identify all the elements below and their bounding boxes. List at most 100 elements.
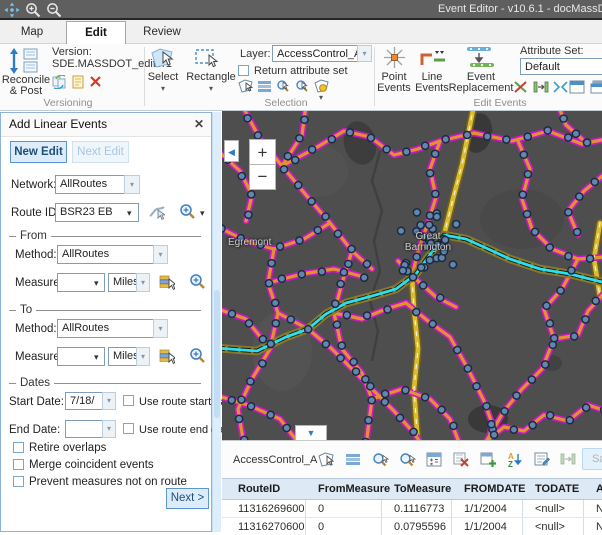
split-event-icon[interactable] bbox=[513, 80, 528, 97]
close-icon[interactable]: ✕ bbox=[194, 117, 204, 131]
new-version-icon[interactable] bbox=[71, 75, 85, 92]
map-canvas[interactable]: Egremont GreatBarrington ◀ + − ▼ bbox=[222, 111, 602, 440]
change-version-icon[interactable] bbox=[52, 75, 67, 92]
zoom-to-selection-icon[interactable] bbox=[276, 79, 292, 97]
from-measure-select-icon[interactable] bbox=[159, 274, 175, 293]
line-events-icon[interactable] bbox=[419, 49, 446, 69]
tab-map[interactable]: Map bbox=[6, 21, 58, 44]
tab-review[interactable]: Review bbox=[134, 21, 190, 44]
prevent-measures-checkbox[interactable] bbox=[13, 476, 24, 487]
selection-list-icon[interactable] bbox=[257, 79, 272, 96]
from-measure-caret-icon[interactable]: ▾ bbox=[94, 278, 99, 289]
point-event-marker bbox=[488, 421, 495, 428]
select-caret-icon[interactable]: ▾ bbox=[146, 85, 180, 93]
panel-scrollbar[interactable] bbox=[212, 112, 221, 532]
col-frommeasure[interactable]: FromMeasure bbox=[318, 483, 390, 495]
table-clear-selection-icon[interactable] bbox=[453, 452, 469, 468]
retire-overlaps-checkbox[interactable] bbox=[13, 442, 24, 453]
pan-to-selection-icon[interactable] bbox=[295, 79, 311, 97]
point-event-marker bbox=[531, 228, 538, 235]
attribute-set-dropdown[interactable]: Default bbox=[520, 58, 602, 75]
table-sort-icon[interactable]: AZ bbox=[507, 452, 523, 468]
rectangle-label[interactable]: Rectangle bbox=[186, 72, 236, 83]
from-unit-arrow[interactable]: ▾ bbox=[136, 273, 150, 292]
attribute-window-icon[interactable] bbox=[569, 80, 585, 97]
map-zoom-in-button[interactable]: + bbox=[249, 139, 276, 165]
route-zoom-caret-icon[interactable]: ▾ bbox=[200, 208, 205, 219]
start-date-input[interactable]: 7/18/ bbox=[65, 392, 103, 410]
zoom-out-icon[interactable] bbox=[46, 2, 62, 18]
use-route-end-checkbox[interactable] bbox=[123, 423, 134, 434]
table-zoom-selected-icon[interactable] bbox=[372, 452, 388, 468]
next-edit-button[interactable]: Next Edit bbox=[72, 141, 129, 163]
col-todate[interactable]: TODATE bbox=[535, 483, 579, 495]
use-route-start-checkbox[interactable] bbox=[123, 395, 134, 406]
panel-scrollbar-thumb[interactable] bbox=[214, 290, 220, 418]
route-id-caret-icon[interactable]: ▾ bbox=[127, 208, 132, 219]
select-tool-icon[interactable] bbox=[150, 47, 176, 72]
table-row[interactable]: 11316270600 0 0.0795596 1/1/2004 <null> … bbox=[222, 518, 602, 535]
rectangle-select-icon[interactable] bbox=[194, 47, 220, 72]
select-label[interactable]: Select bbox=[146, 72, 180, 83]
from-measure-zoom-icon[interactable] bbox=[189, 273, 206, 293]
merge-events-icon[interactable] bbox=[553, 80, 568, 97]
table-rows-icon[interactable] bbox=[345, 452, 361, 468]
extend-event-icon[interactable] bbox=[533, 80, 549, 97]
from-method-arrow[interactable]: ▾ bbox=[153, 245, 168, 264]
to-method-arrow[interactable]: ▾ bbox=[153, 319, 168, 338]
new-edit-button[interactable]: New Edit bbox=[10, 141, 67, 163]
tab-edit[interactable]: Edit bbox=[66, 21, 126, 45]
route-zoom-icon[interactable] bbox=[179, 203, 196, 223]
table-form-edit-icon[interactable] bbox=[534, 452, 550, 468]
table-add-row-icon[interactable] bbox=[480, 452, 496, 468]
next-button[interactable]: Next > bbox=[166, 488, 209, 509]
to-measure-select-icon[interactable] bbox=[159, 348, 175, 367]
to-measure-zoom-icon[interactable] bbox=[189, 347, 206, 367]
zoom-in-icon[interactable] bbox=[25, 2, 41, 18]
to-unit-arrow[interactable]: ▾ bbox=[136, 347, 150, 366]
reconcile-post-label[interactable]: Reconcile& Post bbox=[0, 75, 52, 97]
return-attribute-checkbox[interactable] bbox=[238, 65, 249, 76]
select-by-polygon-icon[interactable] bbox=[238, 79, 253, 96]
collapse-panel-down-icon[interactable]: ▼ bbox=[295, 425, 327, 440]
rectangle-caret-icon[interactable]: ▾ bbox=[186, 85, 236, 93]
point-event-marker bbox=[363, 312, 370, 319]
delete-version-icon[interactable] bbox=[89, 75, 102, 91]
map-zoom-out-button[interactable]: − bbox=[249, 164, 276, 190]
end-date-arrow[interactable]: ▾ bbox=[102, 420, 116, 438]
point-event-marker bbox=[238, 172, 245, 179]
save-button-disabled[interactable]: Save bbox=[582, 448, 602, 470]
table-row[interactable]: 11316269600 0 0.1116773 1/1/2004 <null> … bbox=[222, 500, 602, 518]
point-events-icon[interactable] bbox=[384, 47, 405, 71]
route-select-on-map-icon[interactable] bbox=[149, 204, 165, 223]
point-events-label[interactable]: PointEvents bbox=[374, 72, 414, 94]
from-unit-dropdown[interactable]: Miles bbox=[108, 273, 137, 292]
start-date-arrow[interactable]: ▾ bbox=[102, 392, 116, 410]
merge-coincident-checkbox[interactable] bbox=[13, 459, 24, 470]
col-fromdate[interactable]: FROMDATE bbox=[464, 483, 526, 495]
attribute-windows-icon[interactable] bbox=[590, 80, 602, 97]
col-access[interactable]: AC bbox=[596, 483, 602, 495]
end-date-input[interactable] bbox=[65, 420, 103, 438]
network-dropdown-arrow[interactable]: ▾ bbox=[124, 175, 140, 194]
collapse-panel-left-icon[interactable]: ◀ bbox=[224, 140, 239, 162]
layer-dropdown-arrow[interactable]: ▾ bbox=[357, 45, 372, 62]
event-replacement-label[interactable]: EventReplacement bbox=[448, 72, 514, 94]
layer-dropdown[interactable]: AccessControl_A bbox=[272, 45, 358, 62]
reconcile-post-icon[interactable] bbox=[8, 48, 46, 77]
table-pan-selected-icon[interactable] bbox=[399, 452, 415, 468]
event-replacement-icon[interactable] bbox=[466, 46, 495, 71]
point-event-marker bbox=[382, 390, 389, 397]
from-method-dropdown[interactable]: AllRoutes bbox=[57, 245, 154, 264]
network-dropdown[interactable]: AllRoutes bbox=[55, 175, 125, 194]
to-unit-dropdown[interactable]: Miles bbox=[108, 347, 137, 366]
table-calculate-icon[interactable] bbox=[426, 452, 442, 468]
to-measure-caret-icon[interactable]: ▾ bbox=[94, 352, 99, 363]
col-routeid[interactable]: RouteID bbox=[238, 483, 280, 495]
to-method-dropdown[interactable]: AllRoutes bbox=[57, 319, 154, 338]
pan-icon[interactable] bbox=[4, 2, 20, 18]
table-select-polygon-icon[interactable] bbox=[318, 452, 334, 468]
col-tomeasure[interactable]: ToMeasure bbox=[394, 483, 451, 495]
point-event-marker bbox=[544, 127, 551, 134]
prevent-measures-label: Prevent measures not on route bbox=[29, 476, 187, 488]
